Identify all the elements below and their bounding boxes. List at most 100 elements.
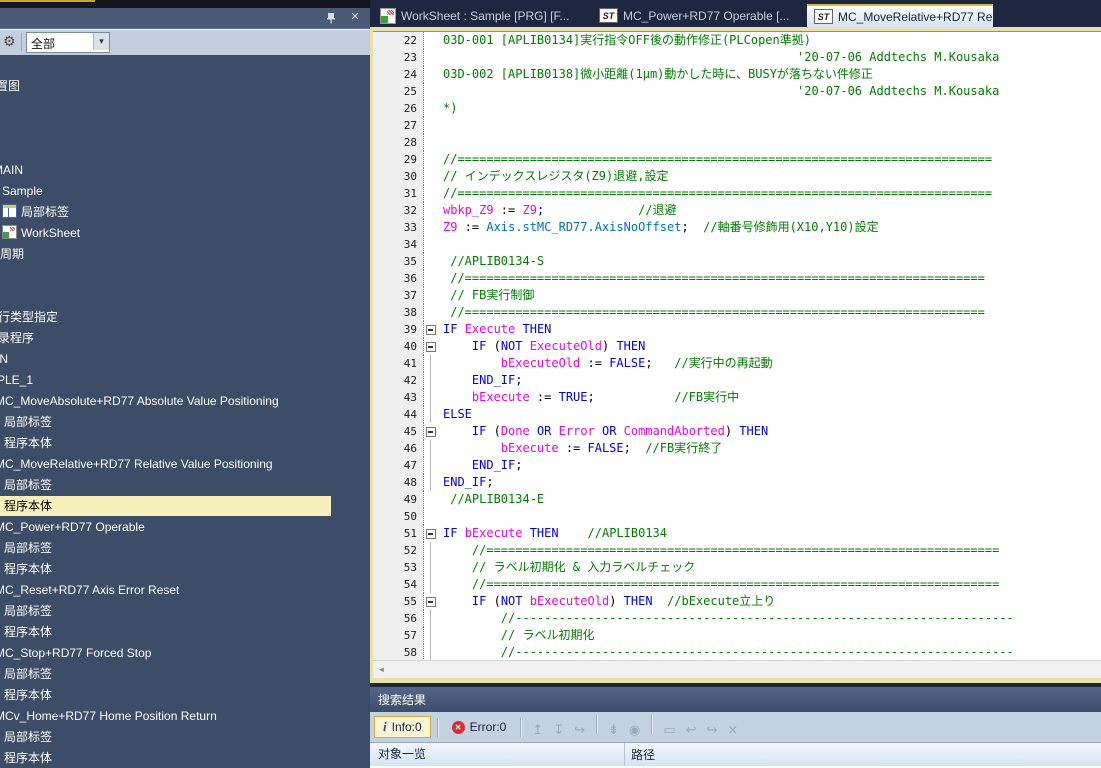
jump-prev-icon[interactable]: ↧ [553,723,564,738]
pin-icon[interactable] [324,11,338,25]
code-line[interactable]: 2203D-001 [APLIB0134]実行指令OFF後の動作修正(PLCop… [373,32,1101,49]
find-icon[interactable]: ◉ [629,723,640,738]
fold-collapse-icon[interactable] [424,423,438,440]
tree-item[interactable]: MC_MoveAbsolute+RD77 Absolute Value Posi… [0,391,368,411]
jump-first-icon[interactable]: ↥ [532,723,543,738]
tree-item[interactable]: WorkSheet [0,223,368,243]
filter-dropdown[interactable]: 全部 ▾ [26,32,110,53]
tree-item[interactable]: 局部标签 [0,475,368,495]
tree-item[interactable]: MC_MoveRelative+RD77 Relative Value Posi… [0,454,368,474]
code-line[interactable]: 58 //-----------------------------------… [373,644,1101,661]
code-line[interactable]: 25 '20-07-06 Addtechs M.Kousaka [373,83,1101,100]
column-path[interactable]: 路径 [625,744,655,766]
column-object-list[interactable]: 对象一览 [370,743,625,766]
tree-item[interactable]: 程序本体 [0,622,368,642]
tree-item[interactable]: SAMPLE_1 [0,370,368,390]
tree-item[interactable]: MAIN [0,349,368,369]
horizontal-scrollbar[interactable]: ◄ [373,660,1101,678]
stop-icon[interactable]: ▭ [663,723,675,738]
code-line[interactable]: 26*) [373,100,1101,117]
tree-item[interactable]: 程序本体 [0,433,368,453]
code-line[interactable]: 2403D-002 [APLIB0138]微小距離(1μm)動かした時に、BUS… [373,66,1101,83]
code-line[interactable]: 57 // ラベル初期化 [373,627,1101,644]
fold-collapse-icon[interactable] [424,525,438,542]
code-line[interactable]: 39IF Execute THEN [373,321,1101,338]
code-line[interactable]: 31//====================================… [373,185,1101,202]
code-line[interactable]: 37 // FB実行制御 [373,287,1101,304]
info-filter-button[interactable]: i Info:0 [374,716,431,738]
code-line[interactable]: 56 //-----------------------------------… [373,610,1101,627]
tree-item[interactable]: 配置图 [0,76,368,96]
tree-item[interactable]: Sample [0,181,368,201]
code-line[interactable]: 28 [373,134,1101,151]
fold-collapse-icon[interactable] [424,338,438,355]
fold-collapse-icon[interactable] [424,321,438,338]
code-line[interactable]: 30// インデックスレジスタ(Z9)退避,設定 [373,168,1101,185]
code-line[interactable]: 52 //===================================… [373,542,1101,559]
tree-item[interactable]: 执行类型指定 [0,307,368,327]
code-line[interactable]: 35 //APLIB0134-S [373,253,1101,270]
scroll-left-icon[interactable]: ◄ [373,661,390,678]
code-line[interactable]: 32wbkp_Z9 := Z9; //退避 [373,202,1101,219]
tab-label: MC_MoveRelative+RD77 Rel... [838,10,993,24]
tree-item[interactable]: 程序本体 [0,685,368,705]
code-line[interactable]: 27 [373,117,1101,134]
code-line[interactable]: 54 //===================================… [373,576,1101,593]
fold-margin [424,151,438,168]
close-icon[interactable]: ✕ [348,9,362,25]
code-line[interactable]: 46 bExecute := FALSE; //FB実行終了 [373,440,1101,457]
tab-worksheet-sample[interactable]: WorkSheet : Sample [PRG] [F... [373,4,589,27]
tree-item[interactable]: MCv_Home+RD77 Home Position Return [0,706,368,726]
nav-back-icon[interactable]: ↩ [686,723,697,738]
fold-margin [424,610,438,627]
tree-item[interactable]: MC_Stop+RD77 Forced Stop [0,643,368,663]
tree-item[interactable]: 局部标签 [0,538,368,558]
code-line[interactable]: 47 END_IF; [373,457,1101,474]
jump-next-icon[interactable]: ↪ [574,723,585,738]
code-line[interactable]: 38 //===================================… [373,304,1101,321]
code-line[interactable]: 53 // ラベル初期化 & 入力ラベルチェック [373,559,1101,576]
tree-item[interactable]: 程序本体 [0,748,368,768]
tree-item[interactable]: 局部标签 [0,202,368,222]
tree-item[interactable]: 局部标签 [0,727,368,747]
code-line[interactable]: 42 END_IF; [373,372,1101,389]
tree-item[interactable]: 登录程序 [0,328,368,348]
gear-icon[interactable]: ⚙ [3,33,16,51]
code-line[interactable]: 40 IF (NOT ExecuteOld) THEN [373,338,1101,355]
code-line[interactable]: 44ELSE [373,406,1101,423]
code-line[interactable]: 43 bExecute := TRUE; //FB実行中 [373,389,1101,406]
code-line[interactable]: 33Z9 := Axis.stMC_RD77.AxisNoOffset; //軸… [373,219,1101,236]
code-line[interactable]: 29//====================================… [373,151,1101,168]
code-line[interactable]: 48END_IF; [373,474,1101,491]
tree-item[interactable]: 局部标签 [0,412,368,432]
clear-icon[interactable]: × [727,723,738,738]
error-filter-button[interactable]: ✕ Error:0 [444,717,515,737]
line-number: 41 [373,355,424,372]
code-line[interactable]: 55 IF (NOT bExecuteOld) THEN //bExecute立… [373,593,1101,610]
tree-item[interactable]: 周期 [0,244,368,264]
code-line[interactable]: 41 bExecuteOld := FALSE; //実行中の再起動 [373,355,1101,372]
tree-item[interactable]: 局部标签 [0,601,368,621]
code-viewport[interactable]: 2203D-001 [APLIB0134]実行指令OFF後の動作修正(PLCop… [373,31,1101,661]
tree-item[interactable]: 程序本体 [0,496,331,516]
code-line[interactable]: 36 //===================================… [373,270,1101,287]
worksheet-icon [380,8,396,24]
fold-collapse-icon[interactable] [424,593,438,610]
chevron-down-icon[interactable]: ▾ [93,33,109,50]
code-line[interactable]: 49 //APLIB0134-E [373,491,1101,508]
tab-mc-power[interactable]: ST MC_Power+RD77 Operable [... [592,4,804,27]
code-line[interactable]: 23 '20-07-06 Addtechs M.Kousaka [373,49,1101,66]
code-line[interactable]: 51IF bExecute THEN //APLIB0134 [373,525,1101,542]
tree-item[interactable]: MC_Reset+RD77 Axis Error Reset [0,580,368,600]
tree-item[interactable]: MAIN [0,160,368,180]
nav-forward-icon[interactable]: ↪ [707,723,718,738]
tree-item[interactable]: 程序本体 [0,559,368,579]
jump-last-icon[interactable]: ⇟ [608,723,619,738]
line-number: 40 [373,338,424,355]
tree-item[interactable]: 局部标签 [0,664,368,684]
tree-item[interactable]: MC_Power+RD77 Operable [0,517,368,537]
code-line[interactable]: 34 [373,236,1101,253]
tab-mc-moverelative[interactable]: ST MC_MoveRelative+RD77 Rel... ✕ [807,4,993,27]
code-line[interactable]: 45 IF (Done OR Error OR CommandAborted) … [373,423,1101,440]
code-line[interactable]: 50 [373,508,1101,525]
